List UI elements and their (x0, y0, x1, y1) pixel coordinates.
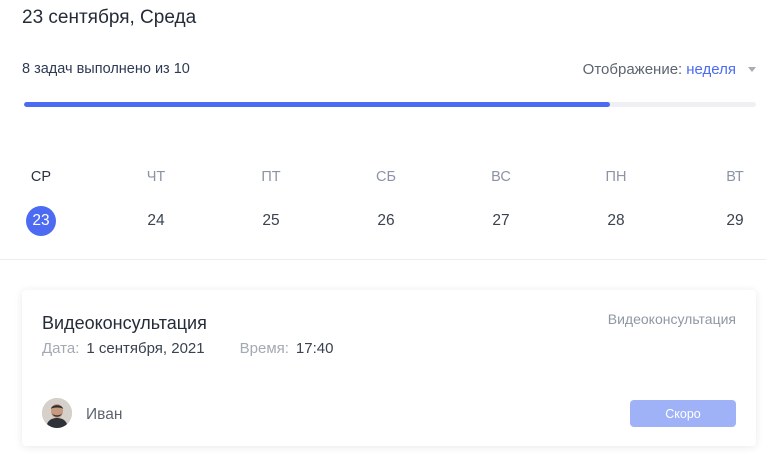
day-of-week-label: ВС (491, 169, 511, 185)
day-number[interactable]: 24 (141, 206, 171, 236)
day-monday[interactable]: ПН 28 (594, 167, 638, 236)
day-of-week-label: ВТ (726, 169, 744, 185)
appointment-title: Видеоконсультация (42, 313, 207, 333)
progress-bar-fill (24, 102, 610, 107)
view-mode-select[interactable]: Отображение: неделя (583, 61, 756, 78)
day-thursday[interactable]: ЧТ 24 (134, 167, 178, 236)
view-mode-value[interactable]: неделя (686, 61, 736, 78)
day-of-week-label: СР (30, 169, 52, 185)
day-of-week-label: ЧТ (146, 169, 166, 185)
day-of-week-label: СБ (376, 169, 396, 185)
user-avatar (42, 398, 72, 428)
time-label: Время: (239, 340, 289, 357)
day-number[interactable]: 25 (256, 206, 286, 236)
chevron-down-icon[interactable] (748, 67, 756, 72)
day-number[interactable]: 26 (371, 206, 401, 236)
day-number[interactable]: 23 (26, 206, 56, 236)
day-number[interactable]: 28 (601, 206, 631, 236)
appointment-card[interactable]: Видеоконсультация Видеоконсультация Дата… (22, 290, 756, 446)
soon-button[interactable]: Скоро (630, 400, 736, 427)
day-of-week-label: ПН (605, 169, 627, 185)
day-of-week-label: ПТ (261, 169, 281, 185)
page-title: 23 сентября, Среда (22, 7, 197, 28)
day-number[interactable]: 29 (720, 206, 750, 236)
day-saturday[interactable]: СБ 26 (364, 167, 408, 236)
day-tuesday[interactable]: ВТ 29 (713, 167, 757, 236)
day-wednesday[interactable]: СР 23 (19, 167, 63, 236)
progress-bar (24, 102, 756, 107)
day-sunday[interactable]: ВС 27 (479, 167, 523, 236)
date-value: 1 сентября, 2021 (86, 340, 205, 357)
view-mode-label: Отображение: (582, 61, 683, 78)
user-name: Иван (86, 406, 123, 423)
appointment-type-label: Видеоконсультация (607, 311, 736, 327)
day-number[interactable]: 27 (486, 206, 516, 236)
user-avatar-icon (42, 398, 72, 428)
tasks-progress-text: 8 задач выполнено из 10 (22, 61, 190, 77)
date-label: Дата: (42, 340, 80, 357)
appointment-meta: Дата: 1 сентября, 2021 Время: 17:40 (42, 340, 333, 357)
day-friday[interactable]: ПТ 25 (249, 167, 293, 236)
time-value: 17:40 (295, 340, 334, 357)
section-divider (0, 259, 766, 260)
